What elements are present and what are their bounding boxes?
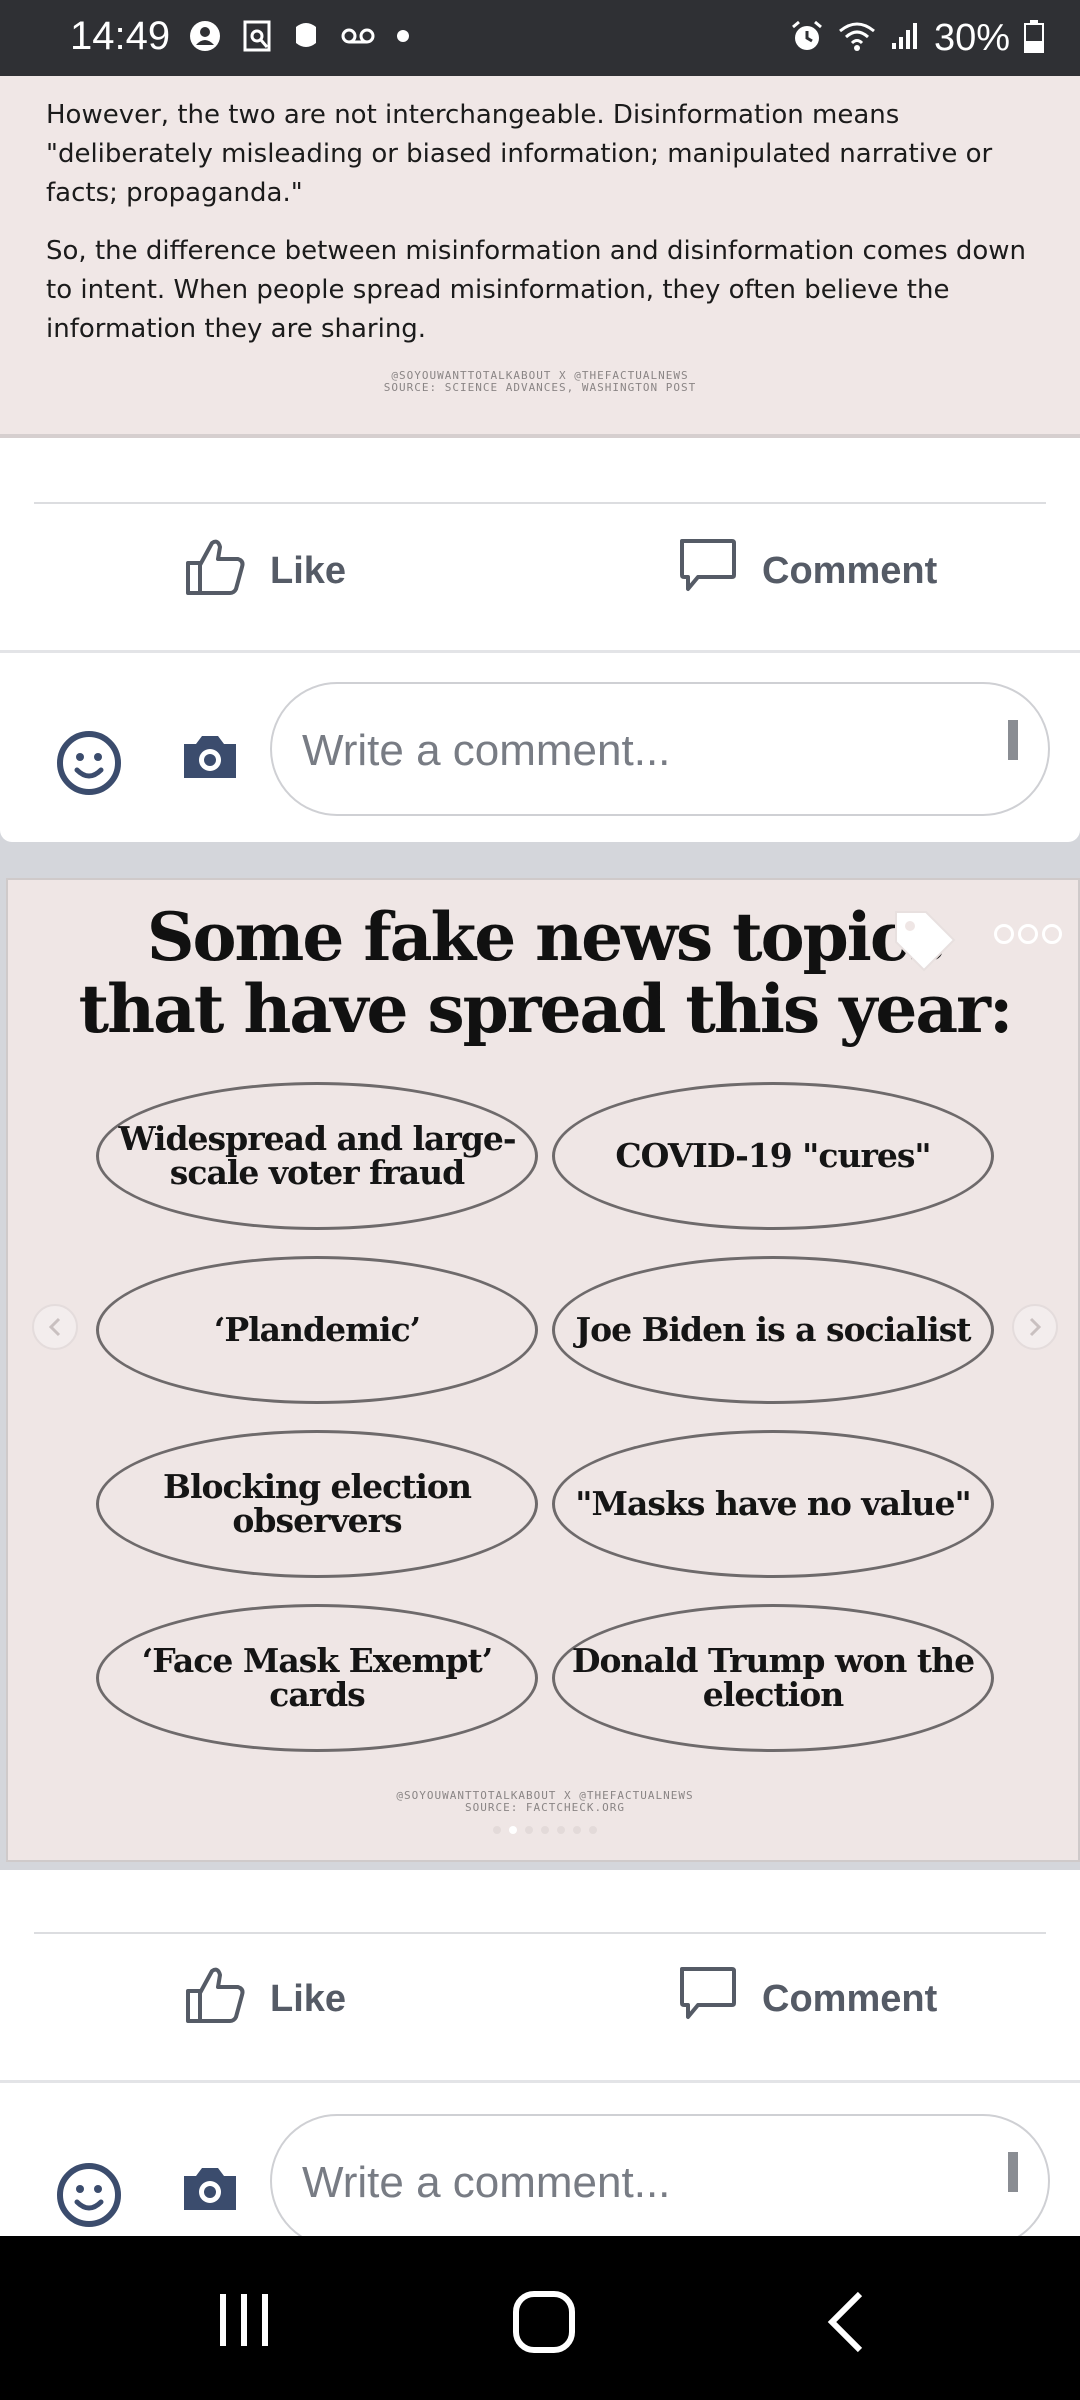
- comment-placeholder: Write a comment...: [302, 2158, 671, 2207]
- carousel-prev-button[interactable]: [32, 1304, 78, 1350]
- post2-like-button[interactable]: Like: [184, 1934, 346, 2064]
- comment-placeholder: Write a comment...: [302, 726, 671, 775]
- topic-ellipse: "Masks have no value": [552, 1430, 994, 1578]
- voicemail-icon: [340, 26, 376, 51]
- like-icon: [184, 1963, 246, 2035]
- post1-credit: @SOYOUWANTTOTALKABOUT X @THEFACTUALNEWS …: [0, 370, 1080, 394]
- comment-icon: [676, 1963, 738, 2035]
- topic-ellipse: Donald Trump won the election: [552, 1604, 994, 1752]
- battery-icon: [1024, 19, 1044, 58]
- more-options-icon[interactable]: [994, 924, 1062, 944]
- topic-ellipse: ‘Face Mask Exempt’ cards: [96, 1604, 538, 1752]
- post2-comment-row: Write a comment...: [0, 2114, 1080, 2254]
- emoji-icon[interactable]: [56, 730, 122, 801]
- topic-ellipse: Widespread and large-scale voter fraud: [96, 1082, 538, 1230]
- post1-image[interactable]: However, the two are not interchangeable…: [0, 76, 1080, 488]
- post1-action-row: Like Comment: [0, 506, 1080, 636]
- status-icons-left: [188, 14, 410, 62]
- carousel-dot-active: [509, 1826, 517, 1834]
- tag-icon[interactable]: [890, 906, 960, 981]
- post1-credit-line2: SOURCE: SCIENCE ADVANCES, WASHINGTON POS…: [383, 381, 697, 394]
- post2-credit-line2: SOURCE: FACTCHECK.ORG: [464, 1801, 626, 1814]
- post1-paragraph1: However, the two are not interchangeable…: [46, 100, 993, 208]
- post2-action-row: Like Comment: [0, 1934, 1080, 2064]
- post2-headline-line2: that have spread this year:: [78, 970, 1014, 1048]
- like-label: Like: [270, 549, 347, 592]
- text-cursor: [1008, 720, 1018, 760]
- topic-ellipse: Blocking election observers: [96, 1430, 538, 1578]
- carousel-dot: [493, 1826, 501, 1834]
- like-label: Like: [270, 1977, 347, 2020]
- carousel-dot: [541, 1826, 549, 1834]
- status-icons-right: 30%: [790, 14, 1044, 62]
- post2-comment-input[interactable]: Write a comment...: [270, 2114, 1050, 2248]
- comment-label: Comment: [762, 549, 938, 592]
- dot-icon: [396, 29, 410, 48]
- emoji-icon[interactable]: [56, 2162, 122, 2233]
- alarm-icon: [790, 19, 824, 58]
- post1-comment-button[interactable]: Comment: [676, 506, 937, 636]
- camera-icon[interactable]: [180, 2164, 240, 2219]
- system-navigation-bar: [0, 2236, 1080, 2400]
- carousel-dot: [573, 1826, 581, 1834]
- sync-icon: [188, 19, 222, 58]
- chevron-right-icon: [1029, 1317, 1042, 1337]
- post1-paragraph2: So, the difference between misinformatio…: [46, 236, 1027, 344]
- divider: [0, 650, 1080, 653]
- divider: [34, 502, 1046, 504]
- status-time: 14:49: [70, 14, 171, 58]
- comment-icon: [676, 535, 738, 607]
- carousel-dot: [557, 1826, 565, 1834]
- text-cursor: [1008, 2152, 1018, 2192]
- signal-icon: [890, 21, 920, 56]
- post2-carousel-dots: [8, 1826, 1080, 1834]
- battery-percent: 30%: [933, 16, 1010, 59]
- topic-ellipse: COVID-19 "cures": [552, 1082, 994, 1230]
- comment-label: Comment: [762, 1977, 938, 2020]
- post2-footer: Like Comment Write a comment...: [0, 1870, 1080, 2248]
- post1-comment-input[interactable]: Write a comment...: [270, 682, 1050, 816]
- divider: [0, 2080, 1080, 2083]
- carousel-next-button[interactable]: [1012, 1304, 1058, 1350]
- post1-footer: Like Comment Write a comment...: [0, 438, 1080, 842]
- wifi-icon: [838, 21, 876, 56]
- more-dot: [1018, 924, 1038, 944]
- topic-ellipse: Joe Biden is a socialist: [552, 1256, 994, 1404]
- post2-credit: @SOYOUWANTTOTALKABOUT X @THEFACTUALNEWS …: [8, 1790, 1080, 1814]
- recents-icon[interactable]: [214, 2290, 274, 2355]
- carousel-dot: [589, 1826, 597, 1834]
- more-dot: [1042, 924, 1062, 944]
- chevron-left-icon: [48, 1317, 61, 1337]
- back-icon[interactable]: [824, 2290, 868, 2359]
- status-bar: 14:49 30%: [0, 0, 1080, 76]
- camera-icon[interactable]: [180, 732, 240, 787]
- screenshot-icon: [242, 19, 272, 58]
- post2-image[interactable]: Some fake news topics that have spread t…: [6, 878, 1080, 1862]
- post1-comment-row: Write a comment...: [0, 682, 1080, 822]
- app-icon: [292, 21, 320, 56]
- post2-comment-button[interactable]: Comment: [676, 1934, 937, 2064]
- carousel-dot: [525, 1826, 533, 1834]
- topic-ellipse: ‘Plandemic’: [96, 1256, 538, 1404]
- more-dot: [994, 924, 1014, 944]
- like-icon: [184, 535, 246, 607]
- home-icon[interactable]: [512, 2290, 576, 2359]
- post1-like-button[interactable]: Like: [184, 506, 346, 636]
